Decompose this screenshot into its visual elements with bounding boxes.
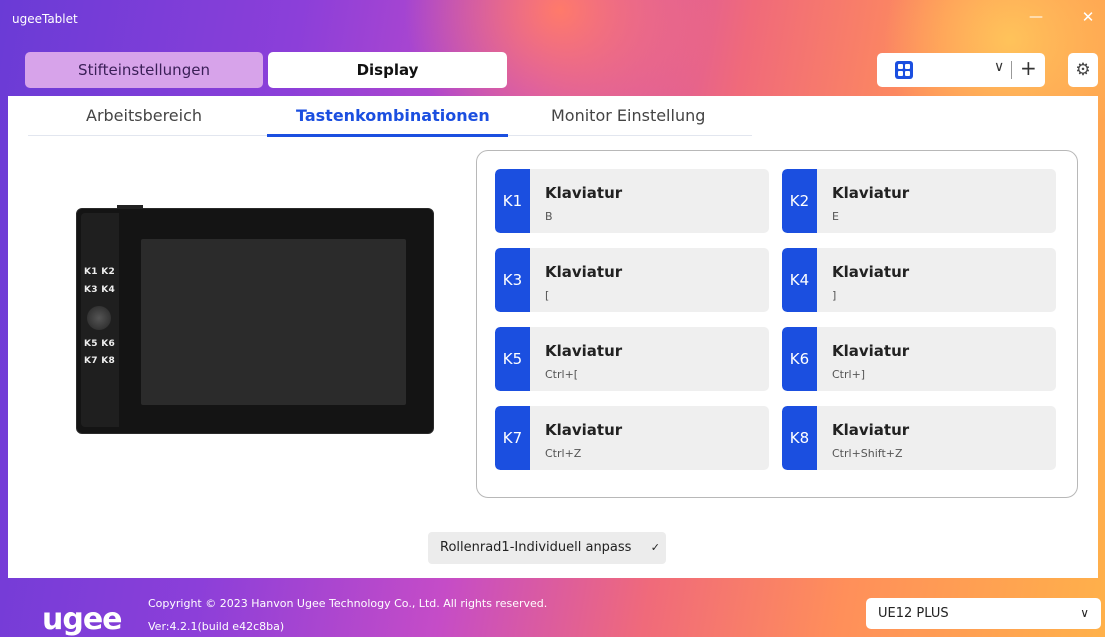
key-k7[interactable]: K7 Klaviatur Ctrl+Z xyxy=(495,406,769,470)
tablet-key-label: K7 K8 xyxy=(84,356,116,366)
key-k4[interactable]: K4 Klaviatur ] xyxy=(782,248,1056,312)
tablet-key-label: K3 K4 xyxy=(84,285,116,295)
tab-tastenkombinationen[interactable]: Tastenkombinationen xyxy=(296,106,490,125)
key-id-badge: K8 xyxy=(782,406,817,470)
tablet-screen xyxy=(141,239,406,405)
key-id-badge: K5 xyxy=(495,327,530,391)
key-k8[interactable]: K8 Klaviatur Ctrl+Shift+Z xyxy=(782,406,1056,470)
key-shortcut: Ctrl+] xyxy=(832,368,866,381)
key-id-badge: K3 xyxy=(495,248,530,312)
key-function: Klaviatur xyxy=(545,421,623,439)
key-shortcut: Ctrl+[ xyxy=(545,368,579,381)
tab-display[interactable]: Display xyxy=(268,52,507,88)
key-id-badge: K6 xyxy=(782,327,817,391)
key-k5[interactable]: K5 Klaviatur Ctrl+[ xyxy=(495,327,769,391)
grid-icon[interactable] xyxy=(895,61,913,79)
key-shortcut: Ctrl+Shift+Z xyxy=(832,447,903,460)
key-function: Klaviatur xyxy=(545,263,623,281)
key-function: Klaviatur xyxy=(832,263,910,281)
key-shortcut: [ xyxy=(545,289,550,302)
key-id-badge: K1 xyxy=(495,169,530,233)
key-k3[interactable]: K3 Klaviatur [ xyxy=(495,248,769,312)
key-function: Klaviatur xyxy=(832,342,910,360)
device-selector[interactable]: UE12 PLUS ∨ xyxy=(866,598,1101,629)
add-profile-button[interactable]: + xyxy=(1020,56,1037,80)
key-id-badge: K7 xyxy=(495,406,530,470)
roller-wheel-label: Rollenrad1-Individuell anpass xyxy=(440,540,632,555)
active-tab-indicator xyxy=(267,134,508,137)
settings-gear-icon[interactable]: ⚙ xyxy=(1068,53,1098,87)
key-function: Klaviatur xyxy=(832,184,910,202)
key-k1[interactable]: K1 Klaviatur B xyxy=(495,169,769,233)
window-title: ugeeTablet xyxy=(12,12,78,26)
key-shortcut: E xyxy=(832,210,839,223)
key-shortcut: B xyxy=(545,210,553,223)
tab-arbeitsbereich[interactable]: Arbeitsbereich xyxy=(86,106,202,125)
ugee-logo: ugee xyxy=(42,602,123,637)
close-button[interactable]: ✕ xyxy=(1074,6,1102,28)
key-function: Klaviatur xyxy=(545,342,623,360)
tablet-illustration: K1 K2 K3 K4 K5 K6 K7 K8 xyxy=(76,205,434,434)
shortcut-keys-panel: K1 Klaviatur B K2 Klaviatur E K3 Klaviat… xyxy=(476,150,1078,498)
chevron-down-icon[interactable]: ∨ xyxy=(1080,598,1089,629)
key-shortcut: Ctrl+Z xyxy=(545,447,582,460)
divider xyxy=(1011,61,1012,79)
key-k6[interactable]: K6 Klaviatur Ctrl+] xyxy=(782,327,1056,391)
version-text: Ver:4.2.1(build e42c8ba) xyxy=(148,620,285,633)
tablet-power-button xyxy=(117,205,143,209)
tab-monitor-einstellung[interactable]: Monitor Einstellung xyxy=(551,106,705,125)
key-function: Klaviatur xyxy=(832,421,910,439)
device-name: UE12 PLUS xyxy=(878,606,949,621)
tablet-key-label: K5 K6 xyxy=(84,339,116,349)
tablet-key-label: K1 K2 xyxy=(84,267,116,277)
roller-wheel-dropdown[interactable]: Rollenrad1-Individuell anpass ✓ xyxy=(428,532,666,564)
key-shortcut: ] xyxy=(832,289,837,302)
chevron-down-icon[interactable]: ∨ xyxy=(994,59,1004,75)
key-id-badge: K4 xyxy=(782,248,817,312)
copyright-text: Copyright © 2023 Hanvon Ugee Technology … xyxy=(148,597,548,610)
key-id-badge: K2 xyxy=(782,169,817,233)
roller-wheel-icon xyxy=(87,306,111,330)
main-panel: Arbeitsbereich Tastenkombinationen Monit… xyxy=(8,96,1098,578)
key-k2[interactable]: K2 Klaviatur E xyxy=(782,169,1056,233)
minimize-button[interactable]: — xyxy=(1022,6,1050,28)
tab-stifteinstellungen[interactable]: Stifteinstellungen xyxy=(25,52,263,88)
key-function: Klaviatur xyxy=(545,184,623,202)
profile-selector[interactable]: ∨ + xyxy=(877,53,1045,87)
chevron-down-icon[interactable]: ✓ xyxy=(651,532,660,564)
